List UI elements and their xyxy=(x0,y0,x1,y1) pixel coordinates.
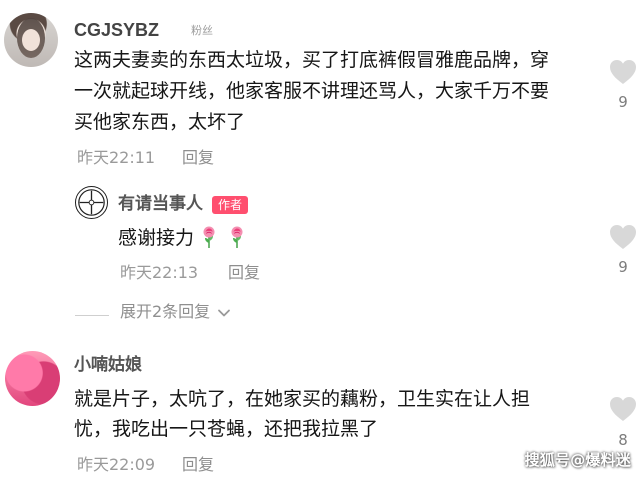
reply-button[interactable]: 回复 xyxy=(228,265,260,281)
watermark: 搜狐号@爆料迷 xyxy=(524,451,631,469)
heart-icon[interactable] xyxy=(608,395,638,423)
comment-line-1: 这两夫妻卖的东西太垃圾，买了打底裤假冒雅鹿品牌，穿 xyxy=(74,49,550,71)
avatar[interactable] xyxy=(5,351,60,406)
comment-line-1: 就是片子，太吭了，在她家买的藕粉，卫生实在让人担 xyxy=(74,388,531,410)
comment-line-3: 买他家东西，太坏了 xyxy=(74,111,246,133)
chevron-down-icon[interactable] xyxy=(216,305,232,321)
avatar[interactable] xyxy=(75,186,108,219)
avatar[interactable] xyxy=(4,13,58,67)
rose-icon xyxy=(229,225,245,249)
expand-replies-button[interactable]: 展开2条回复 xyxy=(120,304,210,320)
comment-username[interactable]: CGJSYBZ xyxy=(74,21,159,39)
like-count: 9 xyxy=(618,93,628,111)
rose-icon xyxy=(201,225,217,249)
reply-text: 感谢接力 xyxy=(118,227,195,249)
expand-divider xyxy=(75,315,109,316)
comment-username[interactable]: 小喃姑娘 xyxy=(74,356,142,373)
comment-line-2: 一次就起球开线，他家客服不讲理还骂人，大家千万不要 xyxy=(74,80,550,102)
reply-time: 昨天22:13 xyxy=(120,263,199,282)
comment-time: 昨天22:11 xyxy=(77,148,156,167)
heart-icon[interactable] xyxy=(608,58,638,86)
reply-button[interactable]: 回复 xyxy=(182,457,214,473)
author-badge: 作者 xyxy=(212,196,249,214)
comment-time: 昨天22:09 xyxy=(77,455,156,474)
comment-thread-screen: CGJSYBZ 粉丝 这两夫妻卖的东西太垃圾，买了打底裤假冒雅鹿品牌，穿 一次就… xyxy=(0,0,640,477)
comment-username[interactable]: 有请当事人 xyxy=(118,195,203,212)
like-count: 9 xyxy=(618,258,628,276)
like-count: 8 xyxy=(618,431,628,449)
reply-button[interactable]: 回复 xyxy=(182,150,214,166)
comment-line-2: 忧，我吃出一只苍蝇，还把我拉黑了 xyxy=(74,418,379,440)
fan-badge: 粉丝 xyxy=(191,24,213,37)
heart-icon[interactable] xyxy=(608,223,638,251)
